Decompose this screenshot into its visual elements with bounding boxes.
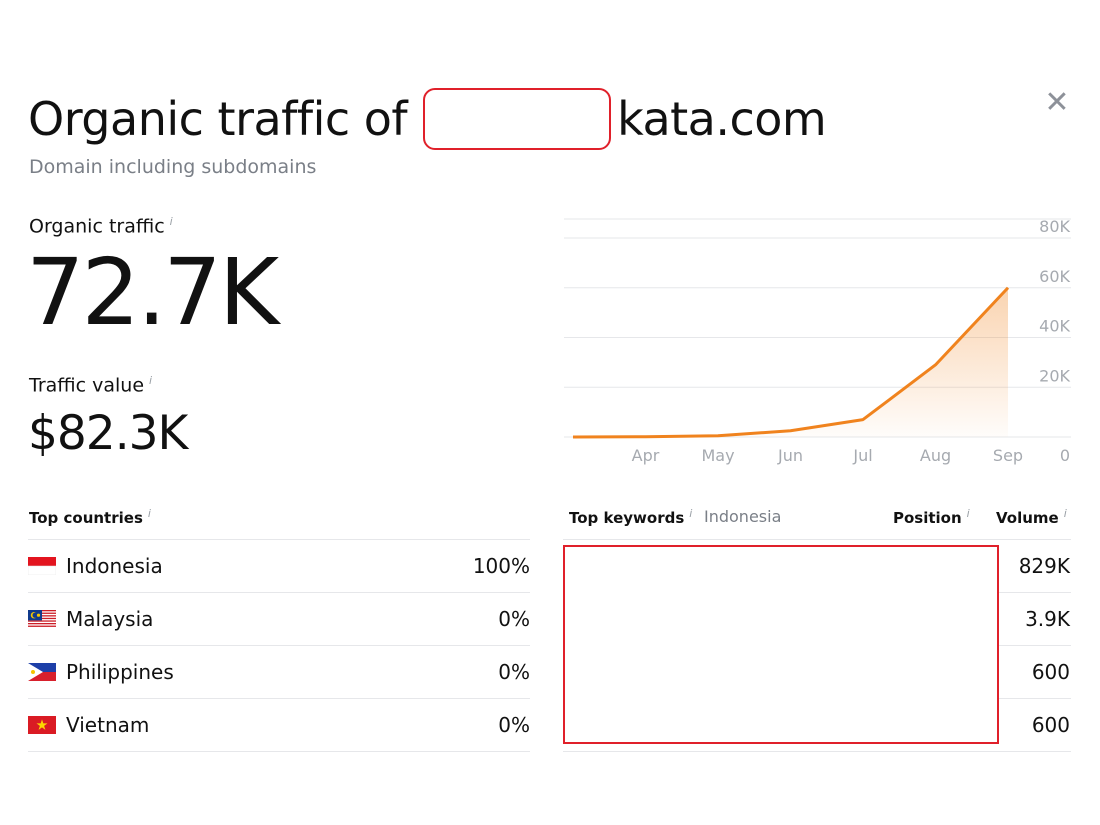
x-tick-label: May: [701, 446, 734, 465]
info-icon[interactable]: i: [149, 374, 152, 387]
info-icon[interactable]: i: [1064, 507, 1067, 520]
chart-svg: 20K 40K 60K 80K 0 Apr May Jun Jul Aug Sep: [564, 217, 1071, 465]
country-percent: 100%: [472, 554, 530, 578]
indonesia-flag-icon: [28, 557, 56, 575]
keyword-volume: 829K: [1018, 554, 1070, 578]
organic-traffic-value: 72.7K: [26, 239, 279, 346]
traffic-value-amount: $82.3K: [28, 406, 188, 461]
keyword-volume: 3.9K: [1025, 607, 1070, 631]
keyword-volume: 600: [1031, 713, 1070, 737]
top-keywords-header: Top keywords i: [569, 507, 693, 527]
keywords-country-label: Indonesia: [704, 507, 782, 526]
info-icon[interactable]: i: [967, 507, 970, 520]
y-tick-label: 80K: [1039, 217, 1070, 236]
organic-traffic-label: Organic traffic i: [29, 215, 173, 238]
vietnam-flag-icon: [28, 716, 56, 734]
redaction-box: [563, 545, 999, 744]
x-tick-label: Sep: [993, 446, 1023, 465]
page-title: Organic traffic of kata.com: [28, 88, 827, 150]
country-row[interactable]: Indonesia 100%: [28, 539, 530, 592]
table-divider: [563, 539, 1071, 540]
page-subtitle: Domain including subdomains: [29, 156, 317, 178]
y-tick-label: 0: [1060, 446, 1070, 465]
info-icon[interactable]: i: [689, 507, 692, 520]
x-tick-label: Aug: [920, 446, 951, 465]
volume-header: Volume i: [996, 507, 1067, 527]
top-countries-header: Top countries i: [29, 507, 151, 527]
country-percent: 0%: [498, 660, 530, 684]
malaysia-flag-icon: [28, 610, 56, 628]
redaction-box: [423, 88, 612, 150]
x-tick-label: Apr: [632, 446, 660, 465]
table-divider: [28, 751, 530, 752]
country-name: Malaysia: [66, 607, 154, 631]
y-tick-label: 20K: [1039, 366, 1070, 385]
x-tick-label: Jul: [852, 446, 872, 465]
country-name: Vietnam: [66, 713, 150, 737]
y-tick-label: 40K: [1039, 317, 1070, 336]
philippines-flag-icon: [28, 663, 56, 681]
traffic-area: [573, 287, 1008, 437]
country-name: Indonesia: [66, 554, 163, 578]
title-prefix: Organic traffic of: [28, 92, 408, 146]
position-header: Position i: [893, 507, 970, 527]
info-icon[interactable]: i: [170, 215, 173, 228]
country-percent: 0%: [498, 607, 530, 631]
info-icon[interactable]: i: [148, 507, 151, 520]
keyword-volume: 600: [1031, 660, 1070, 684]
y-tick-label: 60K: [1039, 267, 1070, 286]
country-row[interactable]: Philippines 0%: [28, 645, 530, 698]
organic-traffic-chart: 20K 40K 60K 80K 0 Apr May Jun Jul Aug Sep: [560, 210, 1080, 470]
country-percent: 0%: [498, 713, 530, 737]
title-suffix: kata.com: [617, 92, 827, 146]
country-row[interactable]: Vietnam 0%: [28, 698, 530, 751]
close-icon[interactable]: ✕: [1040, 86, 1074, 120]
country-name: Philippines: [66, 660, 174, 684]
table-divider: [563, 751, 1071, 752]
x-tick-label: Jun: [777, 446, 803, 465]
traffic-value-label: Traffic value i: [29, 374, 153, 397]
country-row[interactable]: Malaysia 0%: [28, 592, 530, 645]
